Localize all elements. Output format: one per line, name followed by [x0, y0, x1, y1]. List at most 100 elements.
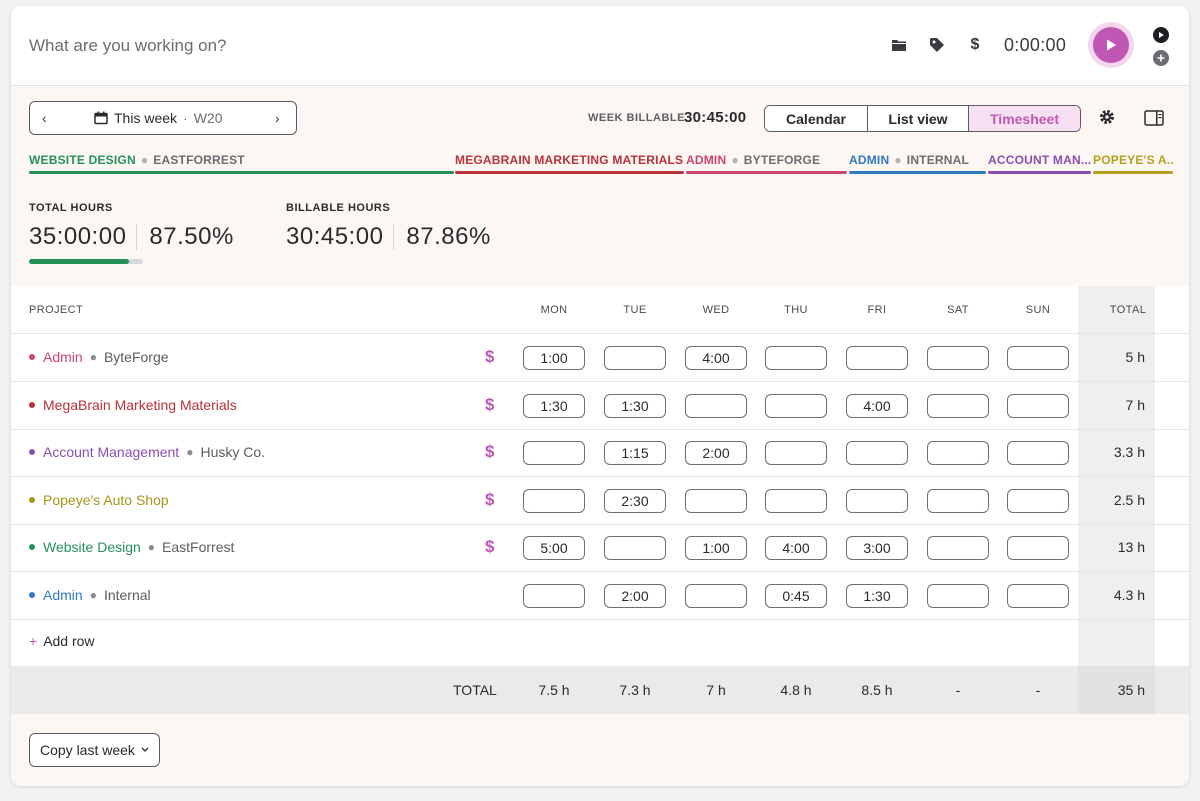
- table-header: PROJECT MON TUE WED THU FRI SAT SUN TOTA…: [11, 286, 1189, 334]
- tag-icon[interactable]: [927, 35, 947, 55]
- time-cell-fri[interactable]: [846, 441, 908, 465]
- time-cell-fri[interactable]: [846, 393, 908, 418]
- time-cell-mon[interactable]: [523, 346, 585, 370]
- time-cell-tue[interactable]: [604, 393, 666, 418]
- time-cell-wed[interactable]: [685, 441, 747, 465]
- time-cell-tue[interactable]: [604, 488, 666, 513]
- task-description-input[interactable]: [29, 32, 549, 60]
- time-cell-thu[interactable]: [765, 393, 827, 418]
- totals-row: TOTAL 7.5 h 7.3 h 7 h 4.8 h 8.5 h - - 35…: [11, 666, 1189, 714]
- table-row: Admin ● ByteForge $5 h: [11, 334, 1189, 382]
- time-cell-sat[interactable]: [927, 393, 989, 418]
- client-separator: ●: [147, 540, 156, 554]
- folder-icon[interactable]: [889, 35, 909, 55]
- time-cell-fri[interactable]: [846, 346, 908, 370]
- time-cell-thu[interactable]: [765, 346, 827, 370]
- week-billable-label: WEEK BILLABLE: [588, 112, 685, 124]
- settings-gear-icon[interactable]: [1098, 108, 1116, 131]
- time-cell-thu[interactable]: [765, 583, 827, 608]
- time-cell-thu[interactable]: [765, 441, 827, 465]
- time-cell-sat[interactable]: [927, 583, 989, 608]
- billable-dollar-icon[interactable]: $: [485, 490, 494, 510]
- project-column-header: PROJECT: [29, 304, 84, 316]
- billable-hours-label: BILLABLE HOURS: [286, 202, 391, 214]
- project-label: MegaBrain Marketing Materials: [43, 396, 237, 413]
- previous-week-icon[interactable]: ‹: [42, 110, 47, 126]
- time-cell-sun[interactable]: [1007, 536, 1069, 560]
- time-cell-mon[interactable]: [523, 536, 585, 560]
- add-row-button[interactable]: + Add row: [29, 633, 95, 649]
- billable-dollar-icon[interactable]: $: [485, 347, 494, 367]
- time-cell-sun[interactable]: [1007, 583, 1069, 608]
- list-view-button[interactable]: List view: [867, 106, 968, 131]
- project-label: Popeye's Auto Shop: [43, 491, 169, 508]
- dollar-icon[interactable]: $: [965, 35, 985, 55]
- billable-dollar-icon[interactable]: $: [485, 537, 494, 557]
- time-cell-sat[interactable]: [927, 536, 989, 560]
- time-cell-tue[interactable]: [604, 441, 666, 465]
- time-cell-sat[interactable]: [927, 488, 989, 513]
- time-cell-fri[interactable]: [846, 583, 908, 608]
- legend-account-management: ACCOUNT MAN...: [988, 153, 1091, 177]
- time-cell-fri[interactable]: [846, 536, 908, 560]
- small-add-button[interactable]: [1153, 50, 1169, 66]
- time-cell-tue[interactable]: [604, 346, 666, 370]
- row-total: 13 h: [1117, 539, 1145, 555]
- project-name[interactable]: Popeye's Auto Shop: [29, 492, 169, 508]
- timesheet-header: ‹ This week · W20 › WEEK BILLABLE 30:45:…: [11, 86, 1189, 286]
- time-cell-mon[interactable]: [523, 441, 585, 465]
- time-cell-sun[interactable]: [1007, 346, 1069, 370]
- time-cell-thu[interactable]: [765, 536, 827, 560]
- billable-dollar-icon[interactable]: $: [485, 395, 494, 415]
- copy-last-week-label: Copy last week: [40, 742, 135, 758]
- time-cell-wed[interactable]: [685, 346, 747, 370]
- time-cell-wed[interactable]: [685, 583, 747, 608]
- copy-last-week-button[interactable]: Copy last week: [29, 733, 160, 767]
- total-thu: 4.8 h: [780, 682, 812, 698]
- time-cell-tue[interactable]: [604, 536, 666, 560]
- time-cell-wed[interactable]: [685, 536, 747, 560]
- legend-megabrain: MEGABRAIN MARKETING MATERIALS: [455, 153, 684, 177]
- time-cell-sun[interactable]: [1007, 488, 1069, 513]
- time-cell-mon[interactable]: [523, 583, 585, 608]
- billable-dollar-icon[interactable]: $: [485, 442, 494, 462]
- project-name[interactable]: Admin ● Internal: [29, 587, 151, 603]
- time-cell-wed[interactable]: [685, 488, 747, 513]
- timesheet-view-button[interactable]: Timesheet: [968, 106, 1080, 131]
- time-cell-sat[interactable]: [927, 346, 989, 370]
- side-panel-icon[interactable]: [1144, 110, 1164, 131]
- time-cell-tue[interactable]: [604, 583, 666, 608]
- time-cell-mon[interactable]: [523, 488, 585, 513]
- project-name[interactable]: Account Management ● Husky Co.: [29, 444, 265, 460]
- row-total: 5 h: [1125, 349, 1145, 365]
- legend-popeyes: POPEYE'S A...: [1093, 153, 1173, 177]
- time-cell-sun[interactable]: [1007, 393, 1069, 418]
- total-mon: 7.5 h: [538, 682, 570, 698]
- total-hours-value: 35:00:00: [29, 223, 127, 250]
- total-hours-label: TOTAL HOURS: [29, 202, 113, 214]
- total-hours-progress: [29, 259, 143, 264]
- small-play-button[interactable]: [1153, 27, 1169, 43]
- time-cell-wed[interactable]: [685, 393, 747, 418]
- week-picker[interactable]: ‹ This week · W20 ›: [29, 101, 297, 135]
- calendar-view-button[interactable]: Calendar: [765, 106, 867, 131]
- week-picker-label[interactable]: This week · W20: [94, 110, 223, 126]
- legend-website-design: WEBSITE DESIGN ● EASTFORREST: [29, 153, 454, 177]
- play-icon: [1107, 39, 1116, 51]
- total-tue: 7.3 h: [619, 682, 651, 698]
- row-total: 3.3 h: [1113, 444, 1145, 460]
- next-week-icon[interactable]: ›: [275, 110, 280, 126]
- total-hours-progress-fill: [29, 259, 129, 264]
- wed-column-header: WED: [702, 304, 730, 316]
- client-separator: ●: [186, 445, 194, 459]
- billable-hours-stat: 30:45:00 87.86%: [286, 223, 491, 251]
- project-name[interactable]: MegaBrain Marketing Materials: [29, 397, 237, 413]
- project-name[interactable]: Website Design ● EastForrest: [29, 539, 234, 555]
- start-timer-button[interactable]: [1088, 22, 1134, 68]
- time-cell-thu[interactable]: [765, 488, 827, 513]
- time-cell-sun[interactable]: [1007, 441, 1069, 465]
- time-cell-sat[interactable]: [927, 441, 989, 465]
- time-cell-fri[interactable]: [846, 488, 908, 513]
- project-name[interactable]: Admin ● ByteForge: [29, 349, 169, 365]
- time-cell-mon[interactable]: [523, 393, 585, 418]
